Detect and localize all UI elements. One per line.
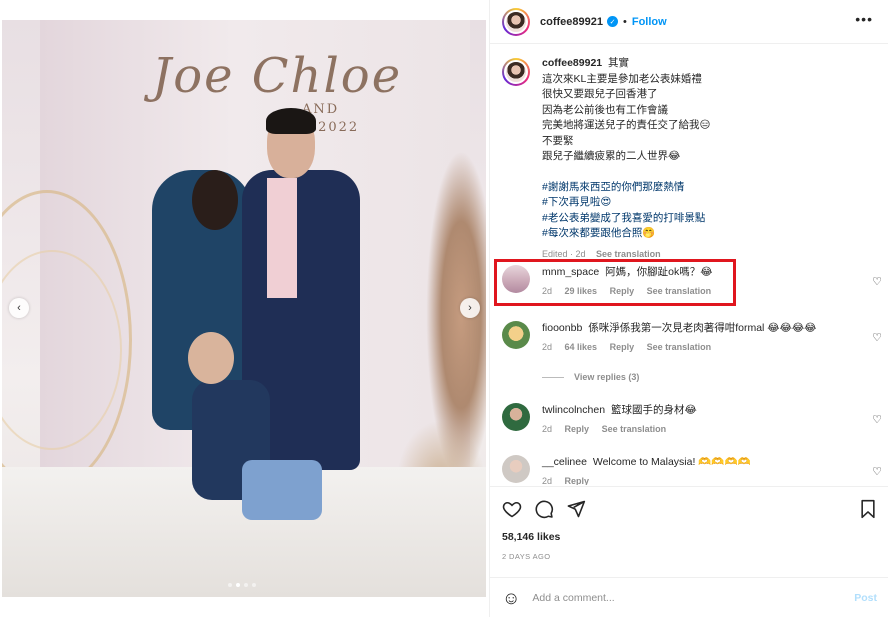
- comment-item: twlincolnchen 籃球國手的身材😂 2d Reply See tran…: [502, 403, 882, 434]
- photo-person-boy-shorts: [242, 460, 322, 520]
- caption-line: 完美地將運送兒子的責任交了給我😑: [542, 119, 711, 131]
- replies-line: [542, 376, 564, 378]
- chevron-right-icon: ›: [468, 302, 472, 314]
- hashtag-link[interactable]: #每次來都要跟他合照🤭: [542, 226, 882, 242]
- comments-scroll-area[interactable]: coffee89921 其實 這次來KL主要是參加老公表妹婚禮 很快又要跟兒子回…: [490, 45, 888, 485]
- carousel-dots: [228, 583, 256, 587]
- see-translation-link[interactable]: See translation: [647, 342, 712, 352]
- like-heart-icon[interactable]: [502, 499, 522, 519]
- photo-sign: Joe Chloe: [152, 48, 403, 104]
- comment-item: mnm_space 阿媽，你腳趾ok嗎？😂 2d 29 likes Reply …: [502, 265, 882, 296]
- share-send-icon[interactable]: [566, 499, 586, 519]
- hashtag-link[interactable]: #謝謝馬來西亞的你們那麼熱情: [542, 180, 882, 196]
- comment-avatar[interactable]: [502, 321, 530, 349]
- comment-text: 阿媽，你腳趾ok嗎？😂: [605, 266, 713, 278]
- verified-badge-icon: ✓: [607, 16, 618, 27]
- post-side-panel: coffee89921 ✓ • Follow ••• coffee89921 其…: [489, 0, 888, 617]
- like-comment-heart-icon[interactable]: ♡: [872, 413, 882, 426]
- post-header: coffee89921 ✓ • Follow •••: [490, 0, 888, 44]
- photo-person-man-hair: [266, 108, 316, 134]
- caption-line: 跟兒子繼續疲累的二人世界😂: [542, 150, 681, 162]
- instagram-post-view: Joe Chloe AND C 2022 ‹ › coffee89921 ✓ •…: [0, 0, 888, 617]
- view-replies-label: View replies (3): [574, 372, 640, 382]
- see-translation-link[interactable]: See translation: [602, 424, 667, 434]
- comment-username[interactable]: mnm_space: [542, 266, 599, 278]
- comment-username[interactable]: fiooonbb: [542, 322, 582, 334]
- likes-count[interactable]: 58,146 likes: [502, 531, 560, 543]
- comment-username[interactable]: __celinee: [542, 456, 587, 468]
- comment-text: 係咪淨係我第一次見老肉著得咁formal 😂😂😂😂: [588, 322, 817, 334]
- reply-button[interactable]: Reply: [610, 342, 635, 352]
- comment-text: 籃球國手的身材😂: [610, 404, 697, 416]
- photo-person-boy-head: [188, 332, 234, 384]
- carousel-dot: [228, 583, 232, 587]
- comment-item: __celinee Welcome to Malaysia! 🫶🫶🫶🫶 2d R…: [502, 455, 882, 485]
- prev-image-button[interactable]: ‹: [9, 298, 29, 318]
- reply-button[interactable]: Reply: [565, 476, 590, 485]
- emoji-icon[interactable]: ☺: [502, 589, 520, 607]
- more-options-icon[interactable]: •••: [855, 12, 873, 26]
- comment-likes[interactable]: 64 likes: [565, 342, 598, 352]
- hashtag-link[interactable]: #下次再見啦😍: [542, 195, 882, 211]
- comment-likes[interactable]: 29 likes: [565, 286, 598, 296]
- comment-text: Welcome to Malaysia! 🫶🫶🫶🫶: [592, 456, 751, 468]
- comment-username[interactable]: twlincolnchen: [542, 404, 605, 416]
- comment-bubble-icon[interactable]: [534, 499, 554, 519]
- follow-button[interactable]: Follow: [632, 16, 667, 28]
- caption-line: 這次來KL主要是參加老公表妹婚禮: [542, 72, 702, 85]
- comment-time: 2d: [542, 286, 553, 296]
- see-translation-link[interactable]: See translation: [647, 286, 712, 296]
- caption-line: 很快又要跟兒子回香港了: [542, 88, 658, 100]
- reply-button[interactable]: Reply: [565, 424, 590, 434]
- save-bookmark-icon[interactable]: [859, 499, 877, 519]
- view-replies-button[interactable]: View replies (3): [542, 372, 639, 382]
- caption-line: 其實: [608, 57, 630, 69]
- header-username[interactable]: coffee89921: [540, 16, 603, 28]
- hashtag-link[interactable]: #老公表弟變成了我喜愛的打啡景點: [542, 211, 882, 227]
- next-image-button[interactable]: ›: [460, 298, 480, 318]
- post-time-ago: 2 DAYS AGO: [502, 552, 551, 561]
- caption-avatar[interactable]: [502, 58, 530, 86]
- caption-username[interactable]: coffee89921: [542, 57, 602, 69]
- add-comment-bar: ☺ Post: [490, 577, 888, 617]
- avatar[interactable]: [502, 7, 530, 36]
- post-media: Joe Chloe AND C 2022 ‹ ›: [0, 0, 489, 617]
- comment-avatar[interactable]: [502, 455, 530, 483]
- caption-line: 因為老公前後也有工作會議: [542, 103, 668, 116]
- like-comment-heart-icon[interactable]: ♡: [872, 331, 882, 344]
- photo-person-man-shirt: [267, 178, 297, 298]
- carousel-dot: [244, 583, 248, 587]
- comment-time: 2d: [542, 342, 553, 352]
- post-comment-button[interactable]: Post: [854, 592, 877, 604]
- post-caption: coffee89921 其實 這次來KL主要是參加老公表妹婚禮 很快又要跟兒子回…: [502, 56, 882, 262]
- post-actions-bar: [490, 486, 888, 530]
- caption-line: 不要緊: [542, 134, 574, 147]
- comment-time: 2d: [542, 476, 553, 485]
- photo-person-woman-head: [192, 170, 238, 230]
- comment-time: 2d: [542, 424, 553, 434]
- separator-dot: •: [623, 15, 627, 28]
- carousel-dot: [252, 583, 256, 587]
- reply-button[interactable]: Reply: [610, 286, 635, 296]
- comment-avatar[interactable]: [502, 403, 530, 431]
- chevron-left-icon: ‹: [17, 302, 21, 314]
- like-comment-heart-icon[interactable]: ♡: [872, 465, 882, 478]
- comment-avatar[interactable]: [502, 265, 530, 293]
- caption-edited-time: Edited · 2d: [542, 248, 586, 259]
- comment-input[interactable]: [532, 591, 833, 604]
- like-comment-heart-icon[interactable]: ♡: [872, 275, 882, 288]
- comment-item: fiooonbb 係咪淨係我第一次見老肉著得咁formal 😂😂😂😂 2d 64…: [502, 321, 882, 352]
- post-photo: Joe Chloe AND C 2022: [2, 20, 486, 597]
- see-translation-link[interactable]: See translation: [596, 249, 661, 259]
- carousel-dot-active: [236, 583, 240, 587]
